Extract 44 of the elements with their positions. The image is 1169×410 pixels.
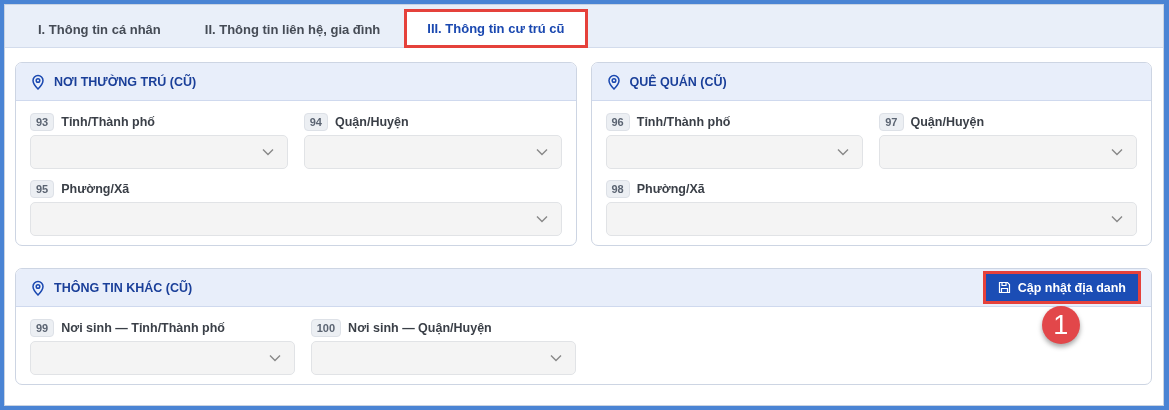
tab[interactable]: I. Thông tin cá nhân (18, 11, 181, 47)
section-title: QUÊ QUÁN (CŨ) (629, 74, 728, 89)
field-label: Quận/Huyện (910, 115, 985, 129)
chevron-down-icon (837, 148, 850, 156)
field-label: Phường/Xã (61, 182, 130, 196)
chevron-down-icon (1111, 215, 1123, 223)
location-pin-icon (31, 73, 45, 90)
chevron-down-icon (261, 148, 274, 156)
field-number: 95 (30, 180, 55, 198)
field-number: 97 (879, 113, 904, 131)
field-label: Nơi sinh — Tỉnh/Thành phố (61, 321, 225, 335)
chevron-down-icon (1111, 148, 1123, 156)
field-number: 96 (605, 113, 630, 131)
field-number: 99 (30, 319, 55, 337)
tab[interactable]: II. Thông tin liên hệ, gia đình (184, 11, 401, 47)
field-number: 100 (310, 319, 342, 337)
field-label: Quận/Huyện (335, 115, 409, 129)
callout-badge: 1 (1041, 306, 1080, 344)
field-label: Nơi sinh — Quận/Huyện (348, 321, 492, 335)
select-field[interactable] (303, 135, 562, 169)
chevron-down-icon (549, 354, 562, 362)
field-label: Phường/Xã (636, 182, 705, 196)
select-field[interactable] (30, 202, 562, 236)
select-field[interactable] (605, 202, 1137, 236)
field-number: 98 (605, 180, 630, 198)
select-field[interactable] (605, 135, 864, 169)
field-number: 93 (30, 113, 55, 131)
tab[interactable]: III. Thông tin cư trú cũ (404, 9, 588, 48)
field-number: 94 (303, 113, 328, 131)
select-field[interactable] (879, 135, 1137, 169)
chevron-down-icon (268, 354, 281, 362)
chevron-down-icon (535, 148, 548, 156)
select-field[interactable] (30, 341, 295, 375)
update-button[interactable]: Cập nhật địa danh (985, 274, 1138, 301)
select-field[interactable] (310, 341, 576, 375)
section-title: THÔNG TIN KHÁC (CŨ) (54, 280, 194, 295)
field-label: Tỉnh/Thành phố (61, 115, 155, 129)
location-pin-icon (606, 73, 621, 90)
select-field[interactable] (30, 135, 288, 169)
location-pin-icon (31, 279, 45, 296)
field-label: Tỉnh/Thành phố (636, 115, 731, 129)
section-title: NƠI THƯỜNG TRÚ (CŨ) (54, 74, 198, 89)
chevron-down-icon (535, 215, 548, 223)
save-icon (997, 281, 1011, 294)
